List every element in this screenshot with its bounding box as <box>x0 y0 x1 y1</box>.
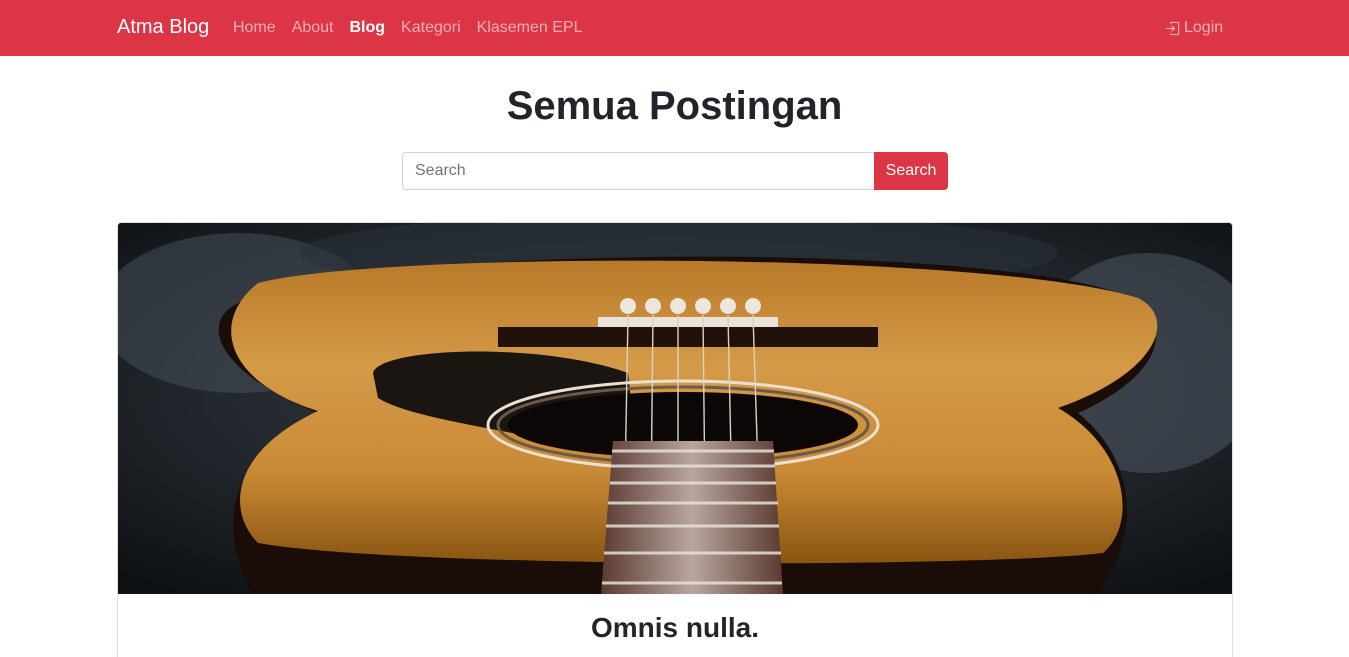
nav-link-blog[interactable]: Blog <box>350 19 386 37</box>
page-title: Semua Postingan <box>506 84 843 128</box>
login-label: Login <box>1184 19 1224 36</box>
login-link[interactable]: Login <box>1165 19 1223 37</box>
nav-link-kategori[interactable]: Kategori <box>401 19 461 37</box>
post-card: Omnis nulla. <box>117 222 1233 657</box>
search-input[interactable] <box>402 152 874 190</box>
search-form: Search <box>402 152 948 190</box>
post-title[interactable]: Omnis nulla. <box>118 611 1232 645</box>
brand-link[interactable]: Atma Blog <box>117 16 209 39</box>
search-button[interactable]: Search <box>874 152 948 190</box>
nav-link-home[interactable]: Home <box>233 19 276 37</box>
navbar: Atma Blog Home About Blog Kategori Klase… <box>0 0 1349 56</box>
nav-link-klasemen-epl[interactable]: Klasemen EPL <box>477 19 583 37</box>
nav-link-about[interactable]: About <box>292 19 334 37</box>
box-arrow-in-right-icon <box>1165 21 1180 35</box>
nav-links: Home About Blog Kategori Klasemen EPL <box>233 19 582 37</box>
post-image[interactable] <box>118 223 1232 594</box>
